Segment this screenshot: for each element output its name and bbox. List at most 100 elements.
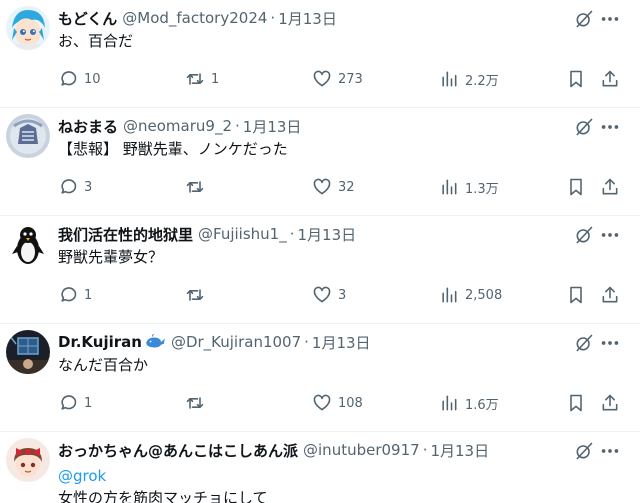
reply-icon — [61, 287, 77, 302]
like-button[interactable]: 32 — [312, 176, 355, 198]
tweet-header: 我们活在性的地狱里 @Fujiishu1_ · 1月13日 — [58, 222, 570, 246]
retweet-icon — [186, 73, 204, 85]
reply-icon — [61, 179, 77, 194]
reply-icon — [61, 71, 77, 86]
more-options-button[interactable] — [598, 441, 622, 461]
like-count: 32 — [338, 179, 355, 195]
separator-dot: · — [235, 117, 240, 135]
like-button[interactable]: 108 — [312, 392, 363, 414]
retweet-button[interactable]: 1 — [185, 68, 219, 90]
share-icon — [602, 286, 618, 303]
reply-button[interactable]: 1 — [58, 284, 92, 306]
bookmark-button[interactable] — [566, 176, 586, 198]
user-handle[interactable]: @inutuber0917 — [303, 441, 420, 459]
tweet-actions: 10 1 273 2.2万 — [0, 68, 640, 90]
user-handle[interactable]: @Mod_factory2024 — [122, 9, 267, 27]
view-count: 2.2万 — [465, 73, 499, 89]
bookmark-button[interactable] — [566, 392, 586, 414]
tweet-actions: 1 3 2,508 — [0, 284, 640, 306]
tweet-date[interactable]: 1月13日 — [430, 440, 489, 461]
share-button[interactable] — [600, 284, 620, 306]
display-name[interactable]: おっかちゃん@あんこはこしあん派 — [58, 440, 298, 461]
views-button[interactable]: 2,508 — [439, 284, 502, 306]
tweet-text: なんだ百合か — [58, 356, 149, 374]
tweet-header: Dr.Kujiran @Dr_Kujiran1007 · 1月13日 — [58, 330, 570, 354]
whale-icon — [144, 334, 166, 350]
display-name[interactable]: もどくん — [58, 8, 117, 29]
avatar[interactable] — [6, 438, 50, 482]
share-button[interactable] — [600, 392, 620, 414]
grok-button[interactable] — [574, 9, 594, 29]
heart-icon — [313, 70, 331, 87]
tweet[interactable]: もどくん @Mod_factory2024 · 1月13日 お、百合だ 10 1… — [0, 0, 640, 108]
share-icon — [602, 70, 618, 87]
tweet[interactable]: ねおまる @neomaru9_2 · 1月13日 【悲報】 野獣先輩、ノンケだっ… — [0, 108, 640, 216]
view-count: 2,508 — [465, 287, 503, 303]
grok-icon — [576, 10, 593, 28]
grok-button[interactable] — [574, 117, 594, 137]
user-handle[interactable]: @neomaru9_2 — [123, 117, 232, 135]
reply-count: 3 — [84, 179, 93, 195]
tweet-header: もどくん @Mod_factory2024 · 1月13日 — [58, 6, 570, 30]
grok-button[interactable] — [574, 441, 594, 461]
avatar[interactable] — [6, 222, 50, 266]
views-button[interactable]: 1.6万 — [439, 392, 499, 414]
bookmark-button[interactable] — [566, 68, 586, 90]
tweet-date[interactable]: 1月13日 — [298, 224, 357, 245]
avatar[interactable] — [6, 114, 50, 158]
user-handle[interactable]: @Dr_Kujiran1007 — [171, 333, 301, 351]
grok-button[interactable] — [574, 225, 594, 245]
more-options-button[interactable] — [598, 117, 622, 137]
reply-button[interactable]: 1 — [58, 392, 92, 414]
reply-count: 1 — [84, 395, 93, 411]
more-options-button[interactable] — [598, 225, 622, 245]
tweet-date[interactable]: 1月13日 — [278, 8, 337, 29]
retweet-button[interactable] — [185, 284, 211, 306]
like-button[interactable]: 3 — [312, 284, 346, 306]
grok-button[interactable] — [574, 333, 594, 353]
more-icon — [601, 125, 619, 129]
tweet-date[interactable]: 1月13日 — [312, 332, 371, 353]
retweet-icon — [186, 289, 204, 301]
avatar[interactable] — [6, 330, 50, 374]
tweet-date[interactable]: 1月13日 — [243, 116, 302, 137]
tweet-text: 女性の方を筋肉マッチョにして — [58, 489, 268, 503]
tweet-actions: 1 108 1.6万 — [0, 392, 640, 414]
share-button[interactable] — [600, 68, 620, 90]
retweet-button[interactable] — [185, 392, 211, 414]
more-options-button[interactable] — [598, 9, 622, 29]
views-button[interactable]: 1.3万 — [439, 176, 499, 198]
views-button[interactable]: 2.2万 — [439, 68, 499, 90]
share-icon — [602, 178, 618, 195]
display-name[interactable]: ねおまる — [58, 116, 118, 137]
tweet-text: お、百合だ — [58, 32, 134, 50]
tweet-text: 野獣先輩夢女？ — [58, 248, 164, 266]
grok-icon — [576, 334, 593, 352]
tweet[interactable]: 我们活在性的地狱里 @Fujiishu1_ · 1月13日 野獣先輩夢女？ 1 … — [0, 216, 640, 324]
bookmark-button[interactable] — [566, 284, 586, 306]
more-icon — [601, 449, 619, 453]
like-count: 273 — [338, 71, 363, 87]
reply-count: 10 — [84, 71, 101, 87]
retweet-button[interactable] — [185, 176, 211, 198]
bookmark-icon — [570, 178, 582, 196]
user-handle[interactable]: @Fujiishu1_ — [198, 225, 287, 243]
display-name[interactable]: 我们活在性的地狱里 — [58, 224, 193, 245]
heart-icon — [313, 178, 331, 195]
tweet[interactable]: Dr.Kujiran @Dr_Kujiran1007 · 1月13日 なんだ百合… — [0, 324, 640, 432]
more-options-button[interactable] — [598, 333, 622, 353]
avatar[interactable] — [6, 6, 50, 50]
tweet[interactable]: おっかちゃん@あんこはこしあん派 @inutuber0917 · 1月13日 @… — [0, 432, 640, 503]
tweet-text: 【悲報】 野獣先輩、ノンケだった — [58, 140, 288, 158]
display-name[interactable]: Dr.Kujiran — [58, 333, 142, 351]
mention-link[interactable]: @grok — [58, 466, 106, 486]
grok-icon — [576, 226, 593, 244]
more-icon — [601, 233, 619, 237]
reply-button[interactable]: 10 — [58, 68, 101, 90]
share-button[interactable] — [600, 176, 620, 198]
like-button[interactable]: 273 — [312, 68, 363, 90]
view-count: 1.6万 — [465, 397, 499, 413]
retweet-icon — [186, 181, 204, 193]
reply-button[interactable]: 3 — [58, 176, 92, 198]
more-icon — [601, 17, 619, 21]
